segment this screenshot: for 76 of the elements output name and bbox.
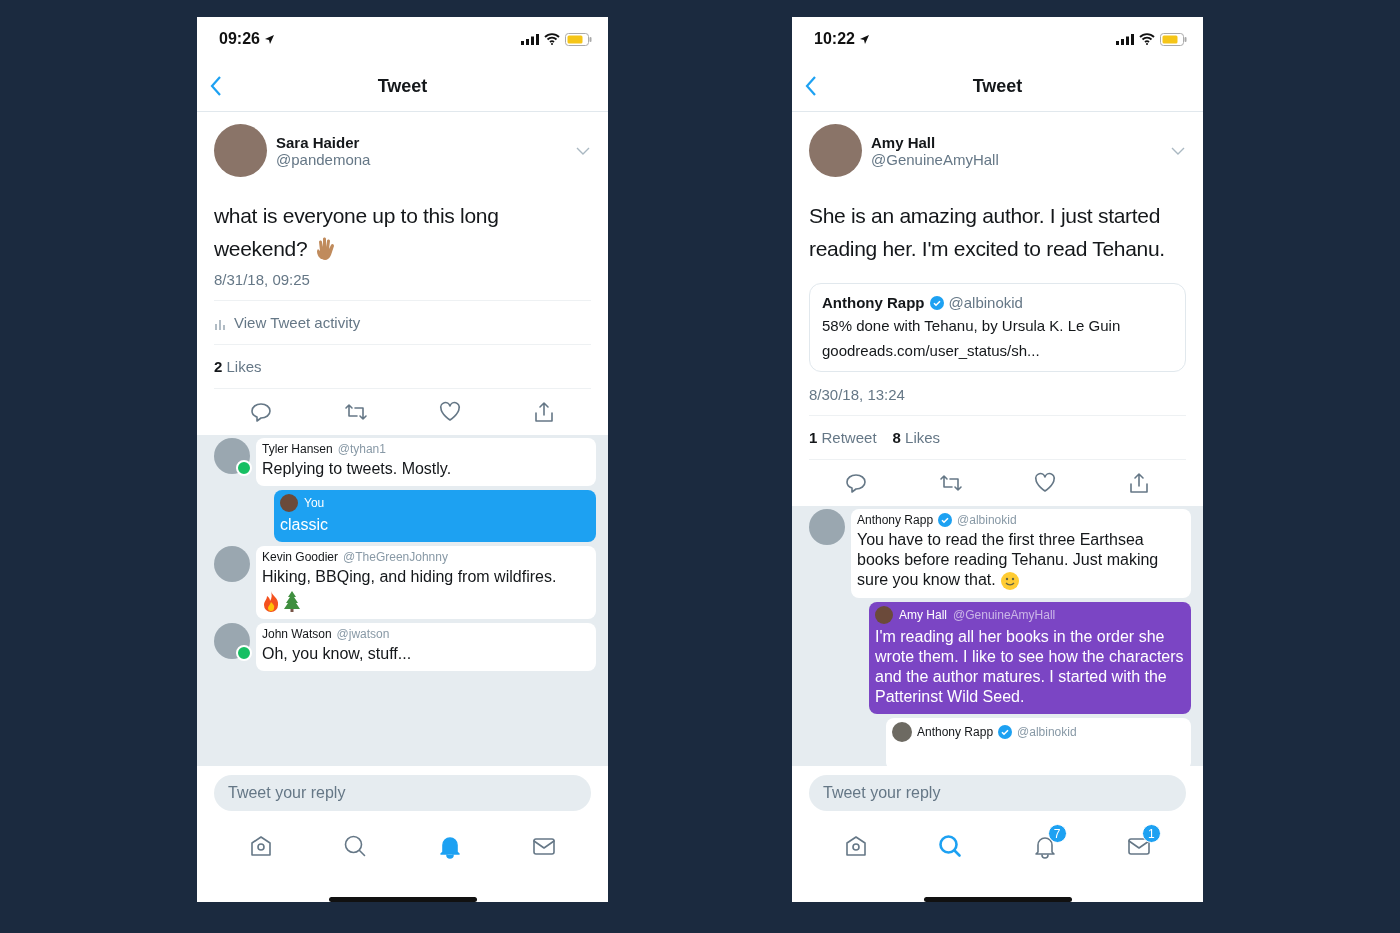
tweet-date: 8/30/18, 13:24	[809, 386, 906, 403]
reply-input-field[interactable]: Tweet your reply	[214, 775, 591, 811]
wifi-icon	[1139, 33, 1155, 45]
count-badge: 7	[1047, 824, 1067, 843]
search-icon	[937, 833, 964, 859]
status-time: 09:26	[219, 30, 260, 48]
reply-author: John Watson	[262, 627, 332, 641]
share-icon[interactable]	[533, 401, 556, 423]
reply-text: You have to read the first three Earthsea books before reading Tehanu. Just making sure you know that.	[857, 530, 1185, 591]
signal-icon	[1116, 33, 1134, 45]
reply-handle: @tyhan1	[337, 442, 386, 456]
heart-icon[interactable]	[439, 401, 462, 423]
retweet-icon[interactable]	[938, 472, 963, 494]
reply-icon[interactable]	[844, 472, 867, 494]
reply-input-field[interactable]: Tweet your reply	[809, 775, 1186, 811]
share-icon[interactable]	[1128, 472, 1151, 494]
status-time: 10:22	[814, 30, 855, 48]
tweet-stat[interactable]: 8 Likes	[892, 429, 941, 446]
reply-text: I'm reading all her books in the order she wrote them. I like to see how the characters and the author matures. I started with the Patterinst Wild Seed.	[875, 626, 1185, 707]
reply-handle: @albinokid	[1017, 724, 1077, 739]
back-button[interactable]	[804, 75, 818, 97]
reply-text: Replying to tweets. Mostly.	[262, 459, 453, 479]
quoted-handle: @albinokid	[948, 294, 1023, 311]
screen-title: Tweet	[972, 75, 1023, 97]
reply-handle: @albinokid	[957, 513, 1017, 527]
back-button[interactable]	[209, 75, 223, 97]
reply-author: Anthony Rapp	[917, 724, 994, 739]
reply-author: Anthony Rapp	[857, 513, 934, 527]
tweet-stat[interactable]: 2 Likes	[214, 358, 262, 375]
author-handle: @pandemona	[276, 150, 372, 168]
quoted-text: 58% done with Tehanu, by Ursula K. Le Guin	[822, 316, 1122, 336]
reply-text: Oh, you know, stuff...	[262, 644, 413, 664]
avatar	[875, 605, 893, 624]
reply-author: Tyler Hansen	[262, 442, 333, 456]
avatar[interactable]	[214, 623, 250, 659]
quoted-author: Anthony Rapp	[822, 294, 925, 311]
tweet-stat[interactable]: 1 Retweet	[809, 429, 877, 446]
reply-handle: @jwatson	[336, 627, 390, 641]
battery-icon	[1160, 32, 1187, 46]
back-chevron-icon	[209, 75, 223, 97]
wifi-icon	[544, 33, 560, 45]
reply-icon[interactable]	[249, 401, 272, 423]
reply-text: Hiking, BBQing, and hiding from wildfires.	[262, 567, 558, 587]
tweet-text: She is an amazing author. I just started reading her. I'm excited to read Tehanu.	[809, 203, 1166, 262]
avatar	[280, 494, 298, 512]
online-dot	[236, 460, 252, 476]
online-dot	[236, 645, 252, 661]
battery-icon	[565, 32, 592, 46]
avatar[interactable]	[809, 124, 862, 177]
reply-text: classic	[280, 515, 329, 535]
signal-icon	[521, 33, 539, 45]
location-arrow-icon	[263, 33, 275, 45]
tab-bar-button[interactable]	[937, 833, 964, 859]
quoted-link: goodreads.com/user_status/sh...	[822, 341, 1041, 361]
reply-handle: @GenuineAmyHall	[953, 607, 1056, 622]
avatar[interactable]	[214, 438, 250, 474]
verified-badge-icon	[929, 295, 944, 310]
avatar[interactable]	[214, 124, 267, 177]
quoted-tweet-card[interactable]: Anthony Rapp @albinokid 58% done with Tehanu, by Ursula K. Le Guin goodreads.com/user_status/sh...	[809, 283, 1186, 372]
location-arrow-icon	[858, 33, 870, 45]
reply-author: Kevin Goodier	[262, 550, 339, 564]
author-handle: @GenuineAmyHall	[871, 150, 1000, 168]
reply-author: Amy Hall	[899, 607, 947, 622]
author-name: Amy Hall	[871, 133, 937, 151]
author-name: Sara Haider	[276, 133, 361, 151]
tweet-date: 8/31/18, 09:25	[214, 271, 311, 288]
reply-handle: @TheGreenJohnny	[343, 550, 448, 564]
tweet-text: what is everyone up to this long weekend?	[214, 199, 591, 265]
tweet-activity-link[interactable]: View Tweet activity	[234, 314, 361, 331]
count-badge: 1	[1141, 824, 1161, 843]
heart-icon[interactable]	[1034, 472, 1057, 494]
avatar	[892, 721, 912, 742]
screen-title: Tweet	[377, 75, 428, 97]
reply-author: You	[304, 496, 325, 510]
back-chevron-icon	[804, 75, 818, 97]
retweet-icon[interactable]	[343, 401, 368, 423]
